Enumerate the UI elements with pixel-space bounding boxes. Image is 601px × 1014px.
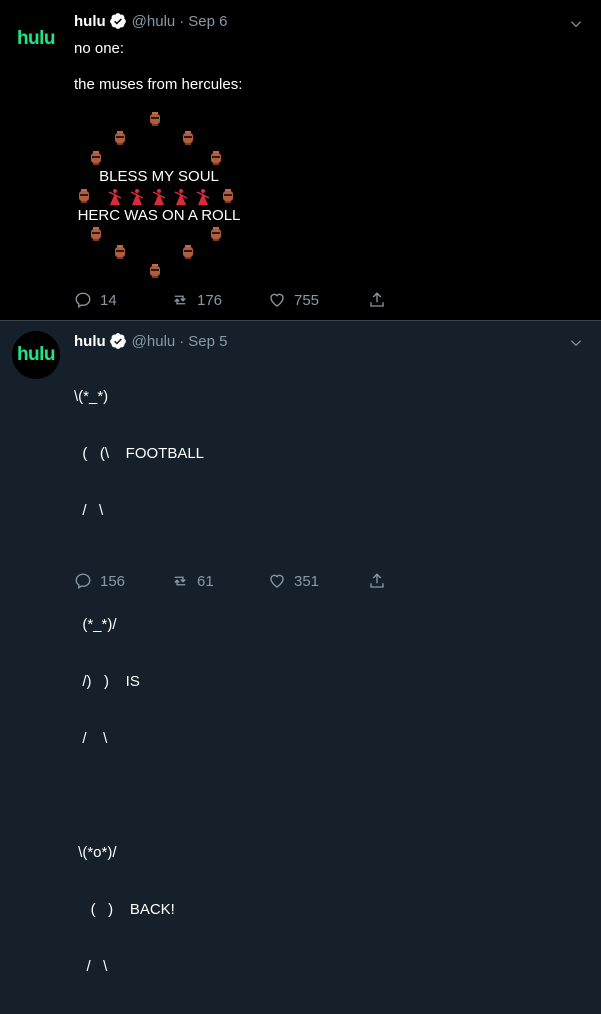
chevron-down-icon[interactable] (569, 336, 583, 350)
tweet-text-line: the muses from hercules: (74, 76, 243, 93)
reply-count: 14 (100, 291, 117, 309)
urn-emoji-icon (211, 227, 221, 241)
tweet-text-line: \(*o*)/ (74, 844, 117, 861)
avatar[interactable]: hulu (12, 331, 60, 379)
retweet-icon (174, 576, 186, 586)
tweet[interactable]: hulu hulu @hulu · Sep 6 no one: the muse… (0, 0, 601, 321)
share-button[interactable] (368, 572, 394, 590)
reply-icon (75, 573, 91, 589)
reply-button[interactable]: 156 (74, 572, 171, 590)
retweet-button[interactable]: 61 (171, 572, 268, 590)
chevron-down-icon[interactable] (569, 17, 583, 31)
avatar-logo-text: hulu (16, 344, 56, 365)
separator-dot: · (179, 12, 185, 30)
urn-emoji-icon (91, 151, 101, 165)
art-text-line: BLESS MY SOUL (99, 168, 219, 185)
emoji-art: BLESS MY SOUL HERC WAS ON A ROLL (74, 105, 244, 285)
tweet-text-line: \(*_*) (74, 388, 109, 405)
urn-emoji-icon (79, 189, 89, 203)
retweet-count: 176 (197, 291, 223, 309)
tweet[interactable]: hulu hulu @hulu · Sep 5 \(*_*) ( (\ FOOT… (0, 321, 601, 975)
tweet-text-line: (*_*)/ (74, 616, 117, 633)
tweet-text-line (74, 786, 204, 805)
retweet-button[interactable]: 176 (171, 291, 268, 309)
like-count: 755 (294, 291, 320, 309)
urn-emoji-icon (211, 151, 221, 165)
reply-button[interactable]: 14 (74, 291, 171, 309)
tweet-text-line: / \ (74, 502, 104, 519)
art-text-line: HERC WAS ON A ROLL (77, 207, 241, 224)
like-button[interactable]: 351 (268, 572, 368, 590)
share-button[interactable] (368, 291, 394, 309)
urn-emoji-icon (183, 131, 193, 145)
tweet-text-line: / \ (74, 730, 108, 747)
share-icon (370, 573, 384, 588)
tweet-text-line: ( ) BACK! (74, 901, 175, 918)
verified-badge-icon (109, 332, 127, 350)
display-name[interactable]: hulu (74, 333, 106, 350)
timestamp[interactable]: Sep 6 (188, 13, 227, 30)
like-icon (270, 574, 284, 588)
tweet-text-line: no one: (74, 40, 125, 57)
urn-emoji-icon (183, 245, 193, 259)
like-icon (270, 293, 284, 307)
separator-dot: · (179, 332, 185, 350)
ascii-art-text: \(*_*) ( (\ FOOTBALL / \ (*_*)/ /) ) IS … (74, 349, 204, 1014)
urn-emoji-icon (91, 227, 101, 241)
avatar[interactable]: hulu (12, 15, 60, 63)
share-icon (370, 292, 384, 307)
handle[interactable]: @hulu (132, 333, 176, 350)
urn-emoji-icon (115, 131, 125, 145)
tweet-text-line: ( (\ FOOTBALL (74, 445, 205, 462)
like-count: 351 (294, 572, 320, 590)
reply-count: 156 (100, 572, 126, 590)
tweet-text-line: /) ) IS (74, 673, 140, 690)
tweet-header: hulu @hulu · Sep 6 (74, 12, 227, 30)
urn-emoji-icon (115, 245, 125, 259)
reply-icon (75, 292, 91, 308)
tweet-text-line: / \ (74, 958, 108, 975)
tweet-actions: 14 176 755 (74, 291, 394, 309)
urn-emoji-icon (150, 264, 160, 278)
urn-emoji-icon (223, 189, 233, 203)
verified-badge-icon (109, 12, 127, 30)
retweet-count: 61 (197, 572, 214, 590)
timestamp[interactable]: Sep 5 (188, 333, 227, 350)
dancer-emoji-icon (108, 189, 210, 205)
avatar-logo-text: hulu (16, 28, 56, 49)
tweet-header: hulu @hulu · Sep 5 (74, 332, 227, 350)
like-button[interactable]: 755 (268, 291, 368, 309)
display-name[interactable]: hulu (74, 13, 106, 30)
urn-emoji-icon (150, 112, 160, 126)
handle[interactable]: @hulu (132, 13, 176, 30)
retweet-icon (174, 295, 186, 305)
tweet-actions: 156 61 351 (74, 572, 394, 590)
